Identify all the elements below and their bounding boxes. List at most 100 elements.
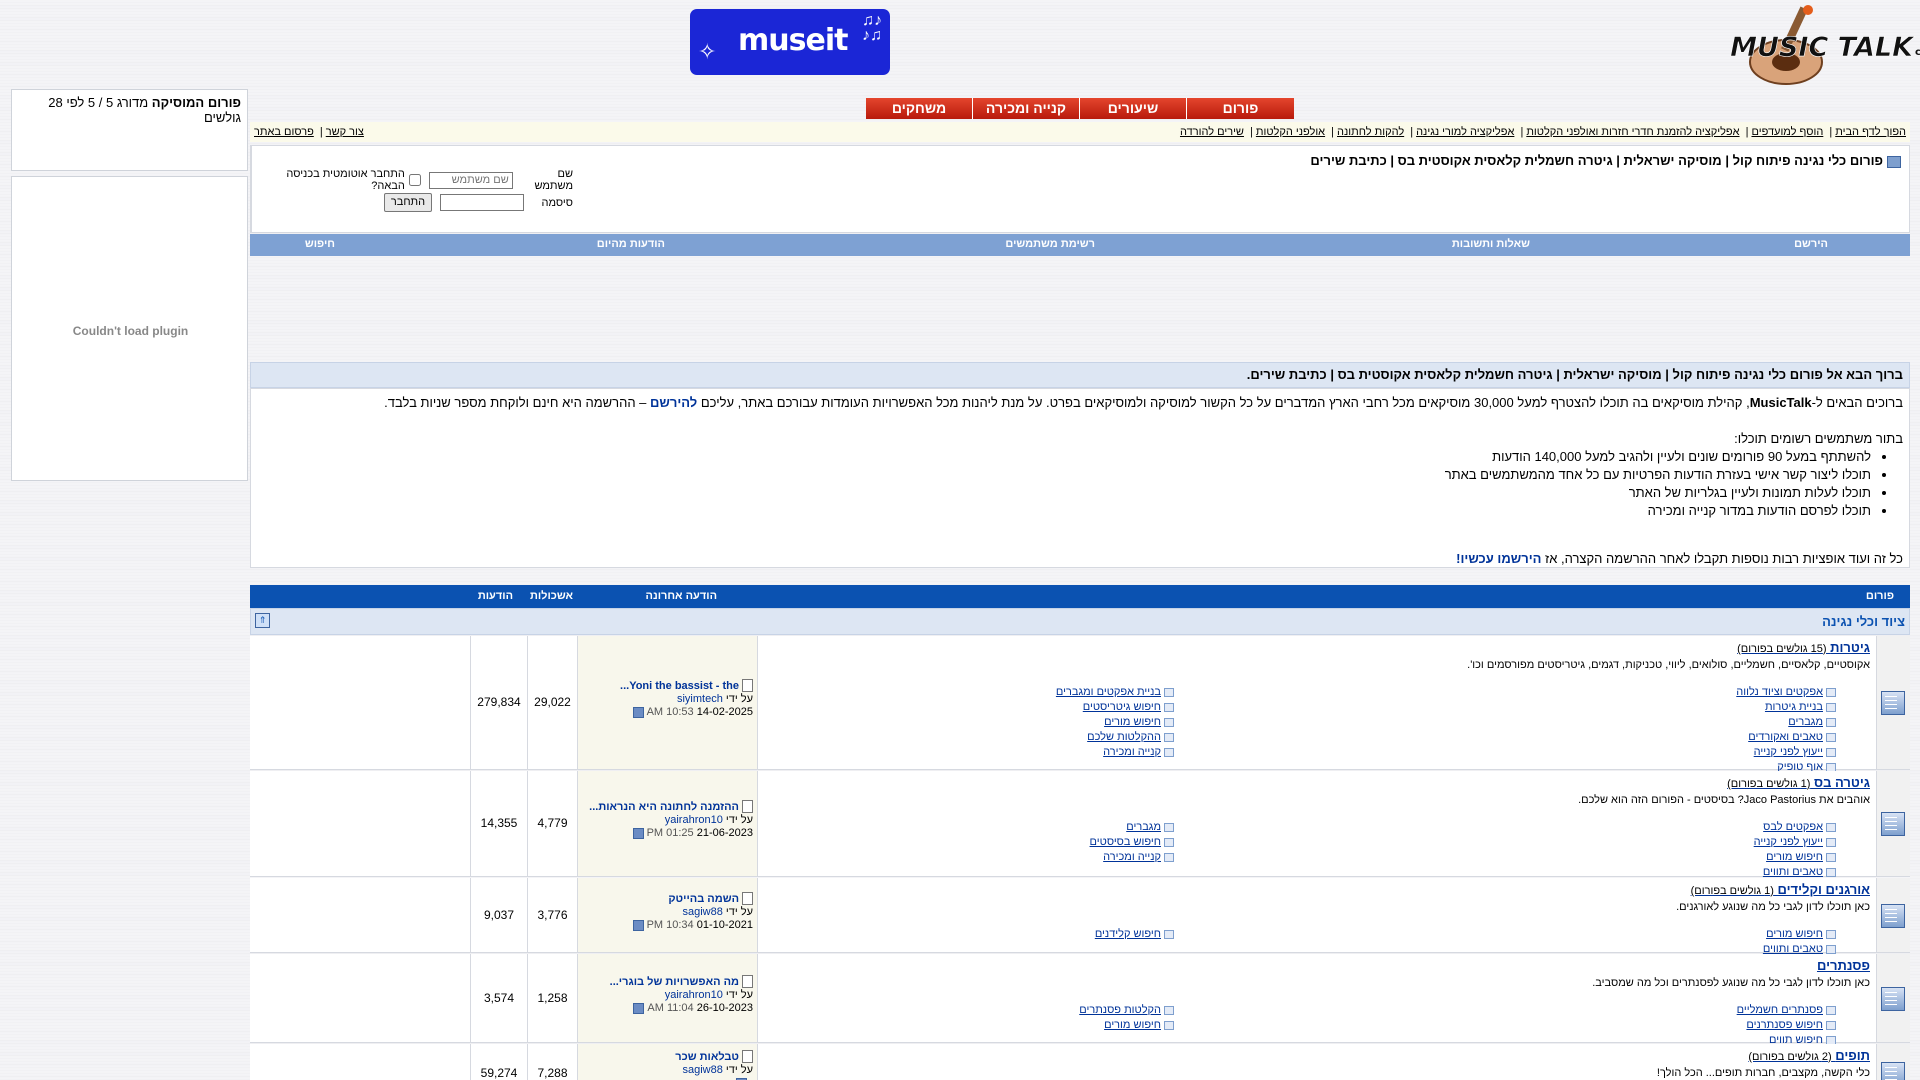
last-post-user[interactable]: siyimtech: [677, 693, 723, 705]
username-input[interactable]: [428, 171, 513, 189]
subforum-label[interactable]: פסנתרים חשמליים: [1737, 1004, 1823, 1016]
subforum-link[interactable]: חיפוש מורים: [1766, 928, 1836, 940]
last-post-user[interactable]: yairahron10: [665, 814, 723, 826]
subforum-link[interactable]: חיפוש מורים: [1104, 1019, 1174, 1031]
link-rehearsal-app[interactable]: אפליקציה להזמנת חדרי חזרות ואולפני הקלטו…: [1526, 126, 1739, 138]
subforum-link[interactable]: מגברים: [1126, 821, 1174, 833]
go-to-post-icon[interactable]: [632, 919, 644, 931]
forum-title-link[interactable]: פורום כלי נגינה פיתוח קול | מוסיקה ישראל…: [1310, 153, 1883, 168]
subforum-label[interactable]: מגברים: [1126, 821, 1161, 833]
category-title[interactable]: ציוד וכלי נגינה: [1822, 614, 1905, 629]
password-input[interactable]: [440, 194, 524, 211]
forum-name-text[interactable]: תופים: [1835, 1048, 1870, 1063]
subforum-label[interactable]: אפקטים וציוד נלווה: [1736, 686, 1823, 698]
forum-name-text[interactable]: פסנתרים: [1817, 958, 1870, 973]
forum-name[interactable]: פסנתרים: [1817, 958, 1870, 973]
go-to-post-icon[interactable]: [632, 827, 644, 839]
last-post-user[interactable]: yairahron10: [665, 989, 723, 1001]
subforum-label[interactable]: אפקטים לבס: [1763, 821, 1823, 833]
subforum-label[interactable]: חיפוש מורים: [1104, 716, 1161, 728]
go-to-post-icon[interactable]: [632, 706, 644, 718]
subforum-link[interactable]: ייעוץ לפני קנייה: [1754, 836, 1836, 848]
museit-banner[interactable]: ✧ museit ♪♫ ♫♪: [690, 9, 890, 75]
collapse-icon[interactable]: ⇑: [255, 613, 270, 628]
nav-todays-posts[interactable]: הודעות מהיום: [597, 238, 665, 250]
subforum-label[interactable]: חיפוש גיטריסטים: [1083, 701, 1161, 713]
login-button[interactable]: התחבר: [384, 193, 432, 212]
link-wedding-bands[interactable]: להקות לחתונה: [1337, 126, 1404, 138]
last-post-title[interactable]: ההזמנה לחתונה היא הנראות...: [589, 801, 739, 813]
subforum-link[interactable]: ייעוץ לפני קנייה: [1754, 746, 1836, 758]
subforum-link[interactable]: מגברים: [1788, 716, 1836, 728]
link-studios[interactable]: אולפני הקלטות: [1256, 126, 1325, 138]
subforum-label[interactable]: קנייה ומכירה: [1103, 746, 1161, 758]
link-advertise[interactable]: פרסום באתר: [254, 126, 314, 138]
last-post-user[interactable]: sagiw88: [682, 1064, 722, 1076]
subforum-label[interactable]: חיפוש מורים: [1104, 1019, 1161, 1031]
subforum-link[interactable]: בניית אפקטים ומגברים: [1056, 686, 1174, 698]
tab-lessons[interactable]: שיעורים: [1080, 98, 1187, 119]
forum-name[interactable]: גיטרה בס (1 גולשים בפורום): [1727, 775, 1870, 790]
subforum-link[interactable]: חיפוש מורים: [1766, 851, 1836, 863]
link-teachers-app[interactable]: אפליקציה למורי נגינה: [1416, 126, 1514, 138]
forum-name-text[interactable]: גיטרה בס: [1814, 775, 1870, 790]
nav-search[interactable]: חיפוש: [305, 238, 335, 250]
nav-faq[interactable]: שאלות ותשובות: [1452, 238, 1530, 250]
forum-name-text[interactable]: אורגנים וקלידים: [1778, 882, 1870, 897]
register-now-link[interactable]: הירשמו עכשיו!: [1456, 551, 1541, 566]
subforum-label[interactable]: ייעוץ לפני קנייה: [1754, 746, 1823, 758]
subforum-label[interactable]: חיפוש מורים: [1766, 928, 1823, 940]
tab-forum[interactable]: פורום: [1187, 98, 1294, 119]
subforum-label[interactable]: טאבים ואקורדים: [1748, 731, 1823, 743]
remember-checkbox[interactable]: [408, 174, 421, 186]
subforum-link[interactable]: קנייה ומכירה: [1103, 851, 1174, 863]
subforum-label[interactable]: בניית גיטרות: [1765, 701, 1823, 713]
subforum-link[interactable]: חיפוש קלידנים: [1095, 928, 1174, 940]
link-song-downloads[interactable]: שירים להורדה: [1180, 126, 1244, 138]
last-post-title[interactable]: טבלאות שכר: [675, 1051, 739, 1063]
last-post-title[interactable]: השמה בהייטק: [668, 893, 739, 905]
go-to-post-icon[interactable]: [633, 1002, 645, 1014]
last-post-title[interactable]: Yoni the bassist - the...: [620, 680, 739, 692]
subforum-link[interactable]: ההקלטות שלכם: [1087, 731, 1174, 743]
subforum-link[interactable]: טאבים ואקורדים: [1748, 731, 1836, 743]
forum-name[interactable]: אורגנים וקלידים (1 גולשים בפורום): [1691, 882, 1870, 897]
register-link[interactable]: להירשם: [650, 395, 697, 410]
subforum-link[interactable]: חיפוש גיטריסטים: [1083, 701, 1174, 713]
nav-members[interactable]: רשימת משתמשים: [1005, 238, 1095, 250]
subforum-link[interactable]: הקלטות פסנתרים: [1079, 1004, 1174, 1016]
forum-name-text[interactable]: גיטרות: [1830, 640, 1870, 655]
subforum-link[interactable]: חיפוש פסנתרנים: [1746, 1019, 1836, 1031]
forum-name[interactable]: תופים (2 גולשים בפורום): [1748, 1048, 1870, 1063]
subforum-link[interactable]: קנייה ומכירה: [1103, 746, 1174, 758]
subforum-label[interactable]: חיפוש מורים: [1766, 851, 1823, 863]
forum-name[interactable]: גיטרות (15 גולשים בפורום): [1737, 640, 1870, 655]
subforum-label[interactable]: חיפוש פסנתרנים: [1746, 1019, 1823, 1031]
subforum-link[interactable]: חיפוש בסיסטים: [1090, 836, 1174, 848]
subforum-link[interactable]: אפקטים לבס: [1763, 821, 1836, 833]
subforum-label[interactable]: הקלטות פסנתרים: [1079, 1004, 1161, 1016]
subforum-label[interactable]: חיפוש קלידנים: [1095, 928, 1161, 940]
link-favorites[interactable]: הוסף למועדפים: [1751, 126, 1823, 138]
nav-register[interactable]: הירשם: [1794, 238, 1828, 250]
subforum-label[interactable]: בניית אפקטים ומגברים: [1056, 686, 1161, 698]
subforum-link[interactable]: אפקטים וציוד נלווה: [1736, 686, 1836, 698]
subforum-link[interactable]: חיפוש מורים: [1104, 716, 1174, 728]
subforum-link[interactable]: בניית גיטרות: [1765, 701, 1836, 713]
subforum-label[interactable]: ההקלטות שלכם: [1087, 731, 1161, 743]
last-post-by-label: על ידי: [725, 814, 753, 826]
site-logo[interactable]: MUSIC TALK MUSIC TALK .co.il: [1658, 0, 1920, 90]
subforum-label[interactable]: טאבים ותווים: [1763, 866, 1823, 878]
link-home[interactable]: הפוך לדף הבית: [1835, 126, 1906, 138]
last-post-user[interactable]: sagiw88: [682, 906, 722, 918]
last-post-title[interactable]: מה האפשרויות של בוגרי...: [610, 976, 739, 988]
subforum-label[interactable]: קנייה ומכירה: [1103, 851, 1161, 863]
subforum-label[interactable]: חיפוש בסיסטים: [1090, 836, 1161, 848]
subforum-link[interactable]: טאבים ותווים: [1763, 866, 1836, 878]
subforum-label[interactable]: ייעוץ לפני קנייה: [1754, 836, 1823, 848]
subforum-label[interactable]: מגברים: [1788, 716, 1823, 728]
link-contact[interactable]: צור קשר: [326, 126, 364, 138]
subforum-link[interactable]: פסנתרים חשמליים: [1737, 1004, 1836, 1016]
tab-buy-sell[interactable]: קנייה ומכירה: [973, 98, 1080, 119]
tab-games[interactable]: משחקים: [866, 98, 973, 119]
